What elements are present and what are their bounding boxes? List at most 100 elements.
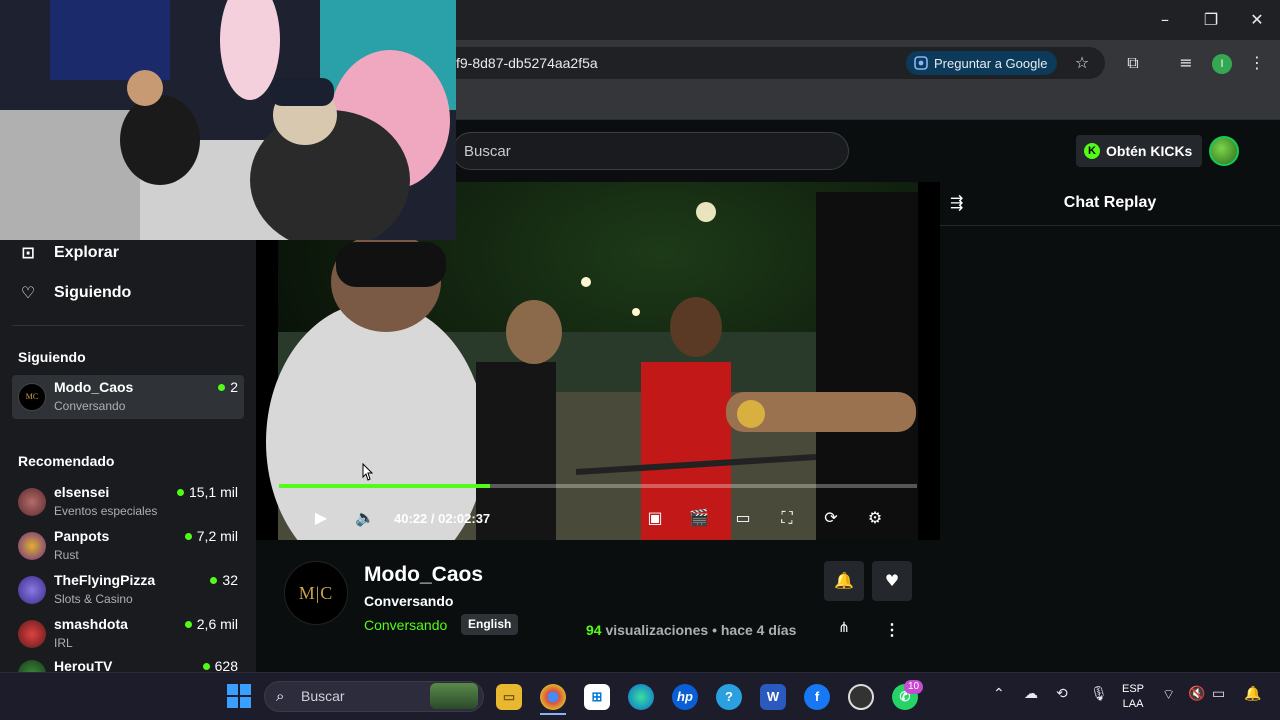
speaker-muted-icon[interactable]: 🔇 (1188, 686, 1205, 702)
language-tag[interactable]: English (461, 614, 519, 635)
close-icon[interactable]: ✕ (1245, 8, 1269, 32)
restore-icon[interactable]: ❐ (1199, 8, 1223, 32)
share-icon[interactable]: ⋔ (834, 620, 854, 640)
following-section-title: Siguiendo (18, 349, 86, 365)
follow-heart-icon[interactable]: ♥ (872, 561, 912, 601)
lens-icon (914, 56, 928, 70)
start-pane (227, 684, 238, 695)
channel-name: Panpots (54, 528, 110, 544)
time-display: 40:22 / 02:02:37 (394, 511, 490, 526)
sidebar-channel-elsensei[interactable]: elsensei Eventos especiales 15,1 mil (12, 480, 244, 524)
stream-title: Conversando (364, 593, 454, 609)
category-link[interactable]: Conversando (364, 617, 447, 633)
viewer-count: 7,2 mil (184, 528, 238, 544)
url-text[interactable]: f9-8d87-db5274aa2f5a (456, 55, 598, 71)
volume-icon[interactable]: 🔈 (354, 507, 376, 529)
progress-fill (279, 484, 490, 488)
sidebar-channel-panpots[interactable]: Panpots Rust 7,2 mil (12, 524, 244, 568)
ask-google-button[interactable]: Preguntar a Google (906, 51, 1058, 75)
chat-panel (940, 182, 1280, 672)
channel-logo[interactable]: M|C (284, 561, 348, 625)
viewer-count: 628 (202, 658, 238, 672)
clip-icon[interactable]: 🎬 (688, 507, 710, 529)
theater-mode-icon[interactable]: ▭ (732, 507, 754, 529)
search-input[interactable] (452, 132, 849, 170)
channel-category: Eventos especiales (54, 504, 158, 518)
ask-google-label: Preguntar a Google (934, 55, 1048, 71)
input-language[interactable]: ESP LAA (1122, 682, 1144, 712)
more-menu-icon[interactable]: ⋮ (1246, 52, 1268, 74)
user-avatar[interactable] (1209, 136, 1239, 166)
viewer-count-value: 32 (222, 572, 238, 588)
sidebar-channel-modo-caos[interactable]: MC Modo_Caos Conversando 2 (12, 375, 244, 419)
microphone-icon[interactable]: 🎙 (1090, 686, 1108, 702)
time-separator: / (430, 511, 435, 526)
show-hidden-icons-icon[interactable]: ⌃ (993, 686, 1005, 702)
sidebar-channel-heroutv[interactable]: HerouTV 628 (12, 656, 244, 672)
cloud-icon[interactable]: ☁ (1024, 686, 1038, 702)
nav-explore[interactable]: ⊡ Explorar (18, 243, 119, 262)
webcam-frame (0, 0, 456, 240)
nav-following[interactable]: ♡ Siguiendo (18, 283, 132, 302)
extensions-icon[interactable]: ⧉ (1122, 52, 1144, 74)
microsoft-store-icon[interactable]: ⊞ (584, 684, 610, 710)
views-label: visualizaciones (605, 622, 709, 638)
playback-speed-icon[interactable]: ⟳ (820, 507, 842, 529)
live-dot (210, 576, 218, 584)
viewer-count: 32 (210, 572, 238, 588)
wifi-icon[interactable]: ⌔ (1162, 686, 1175, 704)
more-options-icon[interactable]: ⋮ (882, 620, 902, 640)
start-pane (240, 684, 251, 695)
kick-coin-icon: K (1084, 143, 1100, 159)
live-dot (176, 488, 184, 496)
viewer-count-value: 2,6 mil (196, 616, 238, 632)
facebook-icon[interactable]: f (804, 684, 830, 710)
battery-icon[interactable]: ▭ (1212, 686, 1225, 702)
views-count: 94 (586, 622, 602, 638)
stats-bullet: • (712, 622, 717, 638)
edge-icon[interactable] (628, 684, 654, 710)
chrome-icon[interactable] (540, 684, 566, 710)
webcam-overlay (0, 0, 456, 240)
nav-explore-label: Explorar (54, 243, 119, 261)
current-time: 40:22 (394, 511, 428, 526)
channel-name: TheFlyingPizza (54, 572, 156, 588)
settings-gear-icon[interactable]: ⚙ (864, 507, 886, 529)
miniplayer-icon[interactable]: ▣ (644, 507, 666, 529)
obs-icon[interactable] (848, 684, 874, 710)
video-stats: 94 visualizaciones • hace 4 días (586, 622, 796, 638)
bookmark-star-icon[interactable]: ☆ (1071, 52, 1093, 74)
mouse-cursor-icon (362, 463, 374, 481)
viewer-count-value: 15,1 mil (188, 484, 238, 500)
search-placeholder: Buscar (464, 143, 511, 160)
browse-icon: ⊡ (21, 243, 35, 262)
word-icon[interactable]: W (760, 684, 786, 710)
notification-bell-icon[interactable]: 🔔 (824, 561, 864, 601)
sync-icon[interactable]: ⟲ (1056, 686, 1068, 702)
hp-icon[interactable]: hp (672, 684, 698, 710)
sidebar-channel-theflyingpizza[interactable]: TheFlyingPizza Slots & Casino 32 (12, 568, 244, 612)
get-kicks-button[interactable]: K Obtén KICKs (1076, 135, 1203, 167)
video-age: hace 4 días (720, 622, 797, 638)
sidebar-divider (12, 325, 244, 326)
media-control-icon[interactable]: ≡ (1175, 52, 1197, 74)
channel-title[interactable]: Modo_Caos (364, 563, 483, 587)
profile-avatar[interactable]: I (1212, 54, 1232, 74)
start-pane (227, 697, 238, 708)
windows-start-icon[interactable] (227, 684, 251, 708)
channel-name: smashdota (54, 616, 128, 632)
avatar (18, 576, 46, 604)
file-explorer-icon[interactable]: ▭ (496, 684, 522, 710)
minimize-icon[interactable]: – (1153, 8, 1177, 32)
help-icon[interactable]: ? (716, 684, 742, 710)
nav-following-label: Siguiendo (54, 283, 132, 301)
recommended-section-title: Recomendado (18, 453, 115, 469)
viewer-count-value: 2 (230, 379, 238, 395)
avatar (18, 660, 46, 672)
live-dot (218, 383, 226, 391)
avatar (18, 620, 46, 648)
sidebar-channel-smashdota[interactable]: smashdota IRL 2,6 mil (12, 612, 244, 656)
notifications-bell-icon[interactable]: 🔔 (1244, 686, 1261, 702)
play-icon[interactable]: ▶ (310, 507, 332, 529)
fullscreen-icon[interactable]: ⛶ (776, 507, 798, 529)
